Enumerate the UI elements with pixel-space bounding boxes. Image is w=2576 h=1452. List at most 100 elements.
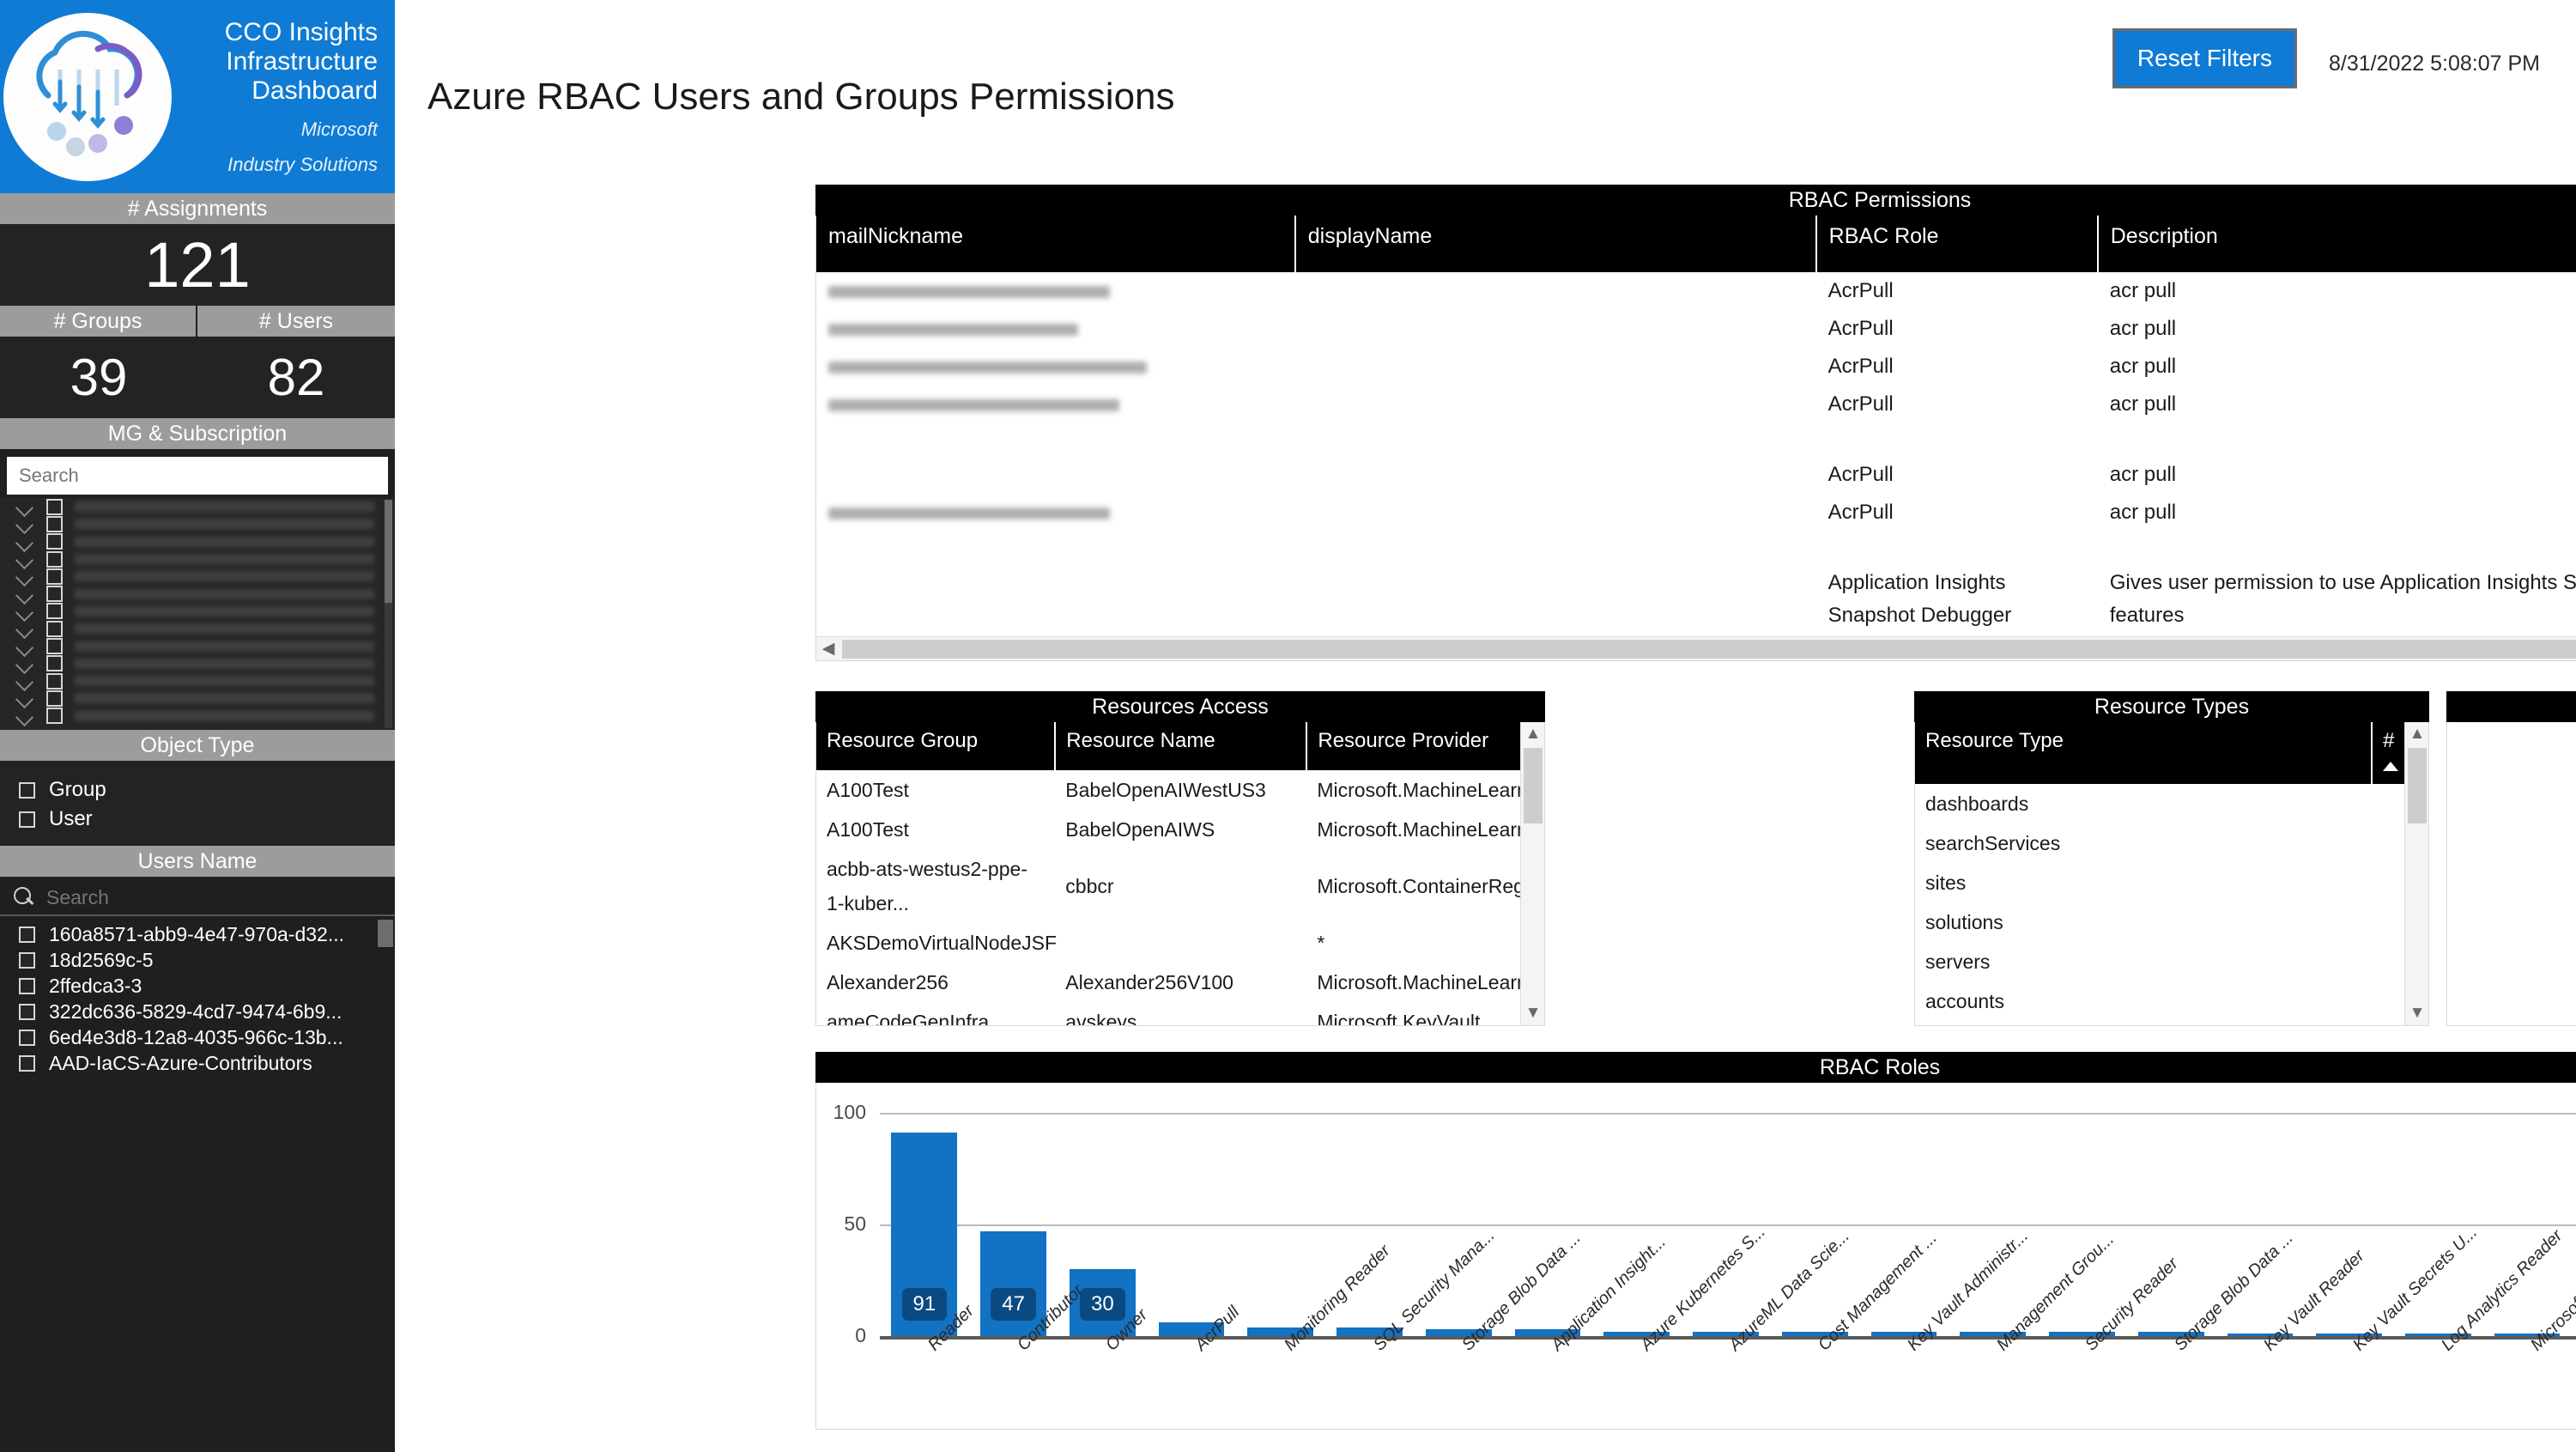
col-displayname[interactable]: displayName	[1294, 216, 1817, 272]
col-resource-group[interactable]: Resource Group	[816, 722, 1057, 770]
user-list-item[interactable]: 160a8571-abb9-4e47-970a-d32...	[0, 921, 395, 947]
mg-tree-checkbox[interactable]	[46, 568, 63, 585]
mg-tree-checkbox[interactable]	[46, 690, 63, 707]
mg-tree-checkbox[interactable]	[46, 533, 63, 550]
table-row[interactable]: accounts5	[1915, 981, 2428, 1021]
table-row[interactable]: A100Test BabelOpenAIWestUS3 Microsoft.Mach…	[816, 770, 1544, 810]
chevron-down-icon[interactable]	[15, 689, 34, 708]
table-row[interactable]: sites1	[1915, 863, 2428, 902]
user-checkbox[interactable]	[19, 951, 35, 969]
checkbox-group[interactable]	[19, 781, 35, 799]
checkbox-user[interactable]	[19, 811, 35, 828]
vscroll-thumb[interactable]	[2408, 748, 2427, 823]
mg-tree-row[interactable]	[0, 498, 395, 515]
table-row[interactable]: AcrPullacr pullPPP_ACBBod	[816, 386, 2576, 456]
table-row[interactable]: registries5	[1915, 1021, 2428, 1025]
mg-tree-row[interactable]	[0, 603, 395, 620]
chevron-down-icon[interactable]	[15, 585, 34, 604]
rbac-permissions-hscrollbar[interactable]: ◀ ▶	[816, 636, 2576, 660]
user-list-item[interactable]: 2ffedca3-3	[0, 973, 395, 999]
table-row[interactable]: AcrPullacr pullAISC-EngS	[816, 272, 2576, 310]
chevron-down-icon[interactable]	[15, 637, 34, 656]
chevron-down-icon[interactable]	[15, 498, 34, 516]
mg-tree-row[interactable]	[0, 637, 395, 656]
chevron-down-icon[interactable]	[15, 602, 34, 621]
hscroll-thumb[interactable]	[842, 640, 2576, 659]
object-type-option-user[interactable]: User	[19, 805, 395, 834]
mg-tree-scrollbar[interactable]	[385, 500, 392, 728]
table-row[interactable]: searchServices1	[1915, 823, 2428, 863]
col-mailnickname[interactable]: mailNickname	[816, 216, 1296, 272]
col-resource-name[interactable]: Resource Name	[1055, 722, 1308, 770]
mg-subscription-tree[interactable]	[0, 498, 395, 730]
user-checkbox[interactable]	[19, 926, 35, 943]
sort-ascending-icon[interactable]	[2383, 762, 2399, 771]
mg-tree-checkbox[interactable]	[46, 515, 63, 532]
chevron-down-icon[interactable]	[15, 532, 34, 551]
mg-tree-checkbox[interactable]	[46, 498, 63, 515]
chevron-up-icon[interactable]: ▲	[2405, 722, 2428, 746]
mg-tree-checkbox[interactable]	[46, 550, 63, 568]
col-resource-provider[interactable]: Resource Provider	[1306, 722, 1544, 770]
mg-tree-row[interactable]	[0, 672, 395, 690]
chevron-down-icon[interactable]: ▼	[2405, 1001, 2428, 1025]
mg-tree-checkbox[interactable]	[46, 708, 63, 725]
mg-tree-row[interactable]	[0, 620, 395, 637]
table-row[interactable]: AcrPullacr pullPytorch Bu	[816, 456, 2576, 494]
table-row[interactable]: acbb-ats-westus2-ppe-1-kuber... cbbcr Micr…	[816, 849, 1544, 923]
table-row[interactable]: Application Insights Snapshot Debugger Giv…	[816, 564, 2576, 635]
user-checkbox[interactable]	[19, 1054, 35, 1072]
mg-tree-checkbox[interactable]	[46, 672, 63, 690]
chevron-down-icon[interactable]	[15, 671, 34, 690]
mg-tree-checkbox[interactable]	[46, 638, 63, 655]
mg-tree-row[interactable]	[0, 568, 395, 585]
chevron-left-icon[interactable]: ◀	[816, 637, 840, 660]
table-row[interactable]: ameCodeGenInfra avskeys Microsoft.KeyVault	[816, 1002, 1543, 1025]
user-checkbox[interactable]	[19, 977, 35, 994]
mg-tree-checkbox[interactable]	[46, 586, 63, 603]
chevron-down-icon[interactable]	[15, 514, 34, 533]
table-row[interactable]: A100Test BabelOpenAIWS Microsoft.MachineLe…	[816, 810, 1544, 849]
col-resource-type[interactable]: Resource Type	[1915, 722, 2373, 784]
col-rbac-role[interactable]: RBAC Role	[1815, 216, 2099, 272]
table-row[interactable]: AcrPullacr pullAISC-EngS	[816, 310, 2576, 348]
vscroll-thumb[interactable]	[1524, 748, 1543, 823]
user-list-item[interactable]: 6ed4e3d8-12a8-4035-966c-13b...	[0, 1024, 395, 1050]
chevron-up-icon[interactable]: ▲	[1521, 722, 1544, 746]
table-row[interactable]: Alexander256 Alexander256V100 Microsoft.Ma…	[816, 963, 1544, 1002]
users-search-input[interactable]	[46, 886, 383, 909]
user-checkbox[interactable]	[19, 1003, 35, 1020]
chevron-down-icon[interactable]	[15, 654, 34, 673]
table-row[interactable]: AKSDemoVirtualNodeJSF *	[816, 923, 1543, 963]
mg-tree-row[interactable]	[0, 585, 395, 604]
resource-types-vscrollbar[interactable]: ▲ ▼	[2404, 722, 2428, 1025]
mg-tree-checkbox[interactable]	[46, 620, 63, 637]
user-list-item[interactable]: AAD-IaCS-Azure-Contributors	[0, 1050, 395, 1076]
mg-tree-checkbox[interactable]	[46, 603, 63, 620]
user-checkbox[interactable]	[19, 1029, 35, 1046]
table-row[interactable]: dashboards1	[1915, 784, 2428, 823]
mg-tree-row[interactable]	[0, 533, 395, 550]
mg-tree-row[interactable]	[0, 708, 395, 725]
chevron-down-icon[interactable]	[15, 707, 34, 726]
chevron-down-icon[interactable]	[15, 550, 34, 568]
col-description[interactable]: Description	[2097, 216, 2576, 272]
table-row[interactable]: servers3	[1915, 942, 2428, 981]
chevron-down-icon[interactable]	[15, 567, 34, 586]
chevron-down-icon[interactable]	[15, 619, 34, 638]
chevron-down-icon[interactable]: ▼	[1521, 1001, 1544, 1025]
table-row[interactable]: solutions1	[1915, 902, 2428, 942]
table-row[interactable]: AcrPullacr pullTerraformwith TTL =	[816, 494, 2576, 564]
user-list-item[interactable]: 18d2569c-5	[0, 947, 395, 973]
users-list-scrollbar[interactable]	[378, 920, 393, 947]
reset-filters-button[interactable]: Reset Filters	[2112, 28, 2297, 88]
mg-search-input[interactable]	[7, 457, 388, 495]
user-list-item[interactable]: 322dc636-5829-4cd7-9474-6b9...	[0, 999, 395, 1024]
mg-tree-row[interactable]	[0, 515, 395, 532]
mg-tree-checkbox[interactable]	[46, 655, 63, 672]
users-name-list[interactable]: 160a8571-abb9-4e47-970a-d32... 18d2569c-5…	[0, 916, 395, 1076]
object-type-option-group[interactable]: Group	[19, 775, 395, 805]
mg-tree-row[interactable]	[0, 690, 395, 707]
table-row[interactable]: AcrPullacr pullAISC-EngS	[816, 348, 2576, 386]
mg-tree-row[interactable]	[0, 655, 395, 672]
